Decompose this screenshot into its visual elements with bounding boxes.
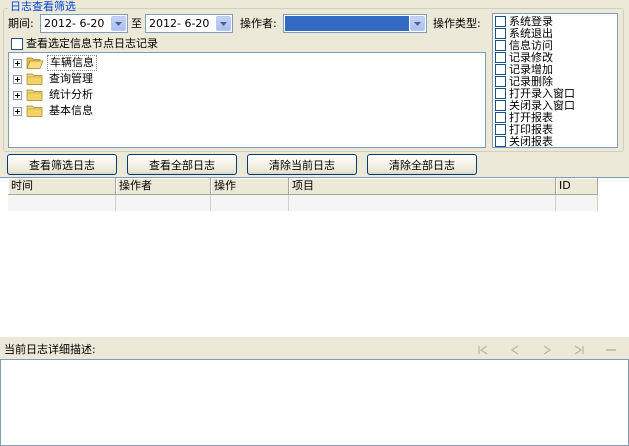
last-record-icon[interactable] [568,343,590,357]
folder-icon [26,73,43,85]
first-record-icon[interactable] [472,343,494,357]
checkbox-box[interactable] [495,124,506,135]
operator-label: 操作者: [240,17,277,30]
view-all-log-button[interactable]: 查看全部日志 [127,154,237,175]
end-date-picker[interactable]: 2012- 6-20 [145,14,233,33]
period-label: 期间: [8,17,34,30]
log-table-new-row [8,195,598,211]
tree-item[interactable]: 统计分析 [13,87,95,103]
op-type-label-text: 打开录入窗口 [509,86,575,100]
op-type-label-text: 记录删除 [509,74,553,88]
log-table[interactable]: 时间 操作者 操作 项目 ID [0,177,629,337]
checkbox-box[interactable] [495,88,506,99]
tree-item-label: 车辆信息 [47,55,97,71]
op-type-label-text: 信息访问 [509,38,553,52]
start-date-value: 2012- 6-20 [44,17,105,30]
column-header-operation[interactable]: 操作 [211,178,289,195]
expand-plus-icon[interactable] [13,58,22,68]
view-filtered-log-button[interactable]: 查看筛选日志 [7,154,117,175]
end-date-value: 2012- 6-20 [149,17,210,30]
clear-current-log-button[interactable]: 清除当前日志 [247,154,357,175]
detail-label: 当前日志详细描述: [4,343,96,356]
view-selected-node-label: 查看选定信息节点日志记录 [26,37,158,50]
to-label: 至 [131,17,142,30]
open-folder-icon [26,57,44,69]
record-navigator [462,343,622,357]
op-type-label-text: 系统退出 [509,26,553,40]
column-header-operator[interactable]: 操作者 [116,178,211,195]
delete-record-icon[interactable] [600,343,622,357]
log-detail-textarea[interactable] [0,359,629,446]
folder-icon [26,105,43,117]
view-selected-node-checkbox[interactable]: 查看选定信息节点日志记录 [11,37,158,51]
op-type-label-text: 关闭报表 [509,134,553,148]
tree-item[interactable]: 查询管理 [13,71,95,87]
op-type-label: 操作类型: [433,17,481,30]
info-node-tree[interactable]: 车辆信息 查询管理 统计分析 基本信息 [8,52,486,148]
start-date-picker[interactable]: 2012- 6-20 [40,14,128,33]
filter-group-title: 日志查看筛选 [8,0,78,14]
next-record-icon[interactable] [536,343,558,357]
chevron-down-icon[interactable] [216,16,231,31]
chevron-down-icon[interactable] [111,16,126,31]
op-type-label-text: 系统登录 [509,14,553,28]
checkbox-box[interactable] [495,52,506,63]
checkbox-box[interactable] [495,76,506,87]
checkbox-box[interactable] [495,64,506,75]
column-header-item[interactable]: 项目 [289,178,556,195]
checkbox-box[interactable] [495,28,506,39]
operator-selected-value [285,16,409,31]
tree-item-label: 统计分析 [49,88,93,101]
op-type-label-text: 记录修改 [509,50,553,64]
expand-plus-icon[interactable] [13,90,22,100]
operator-combobox[interactable] [283,14,427,33]
expand-plus-icon[interactable] [13,106,22,116]
checkbox-box[interactable] [495,136,506,147]
tree-item-label: 查询管理 [49,72,93,85]
op-type-label-text: 打开报表 [509,110,553,124]
tree-item[interactable]: 基本信息 [13,103,95,119]
expand-plus-icon[interactable] [13,74,22,84]
checkbox-box[interactable] [495,100,506,111]
log-table-header: 时间 操作者 操作 项目 ID [8,178,598,195]
tree-item-label: 基本信息 [49,104,93,117]
chevron-down-icon[interactable] [410,16,425,31]
op-type-label-text: 打印报表 [509,122,553,136]
prev-record-icon[interactable] [504,343,526,357]
op-type-checklist[interactable]: 系统登录 系统退出 信息访问 记录修改 记录增加 记录删除 打开录入窗口 关闭录… [492,13,618,148]
op-type-label-text: 关闭录入窗口 [509,98,575,112]
checkbox-box[interactable] [11,38,23,50]
column-header-id[interactable]: ID [556,178,598,195]
checkbox-box[interactable] [495,16,506,27]
tree-item[interactable]: 车辆信息 [13,55,97,71]
column-header-time[interactable]: 时间 [8,178,116,195]
op-type-item[interactable]: 关闭报表 [495,134,553,148]
clear-all-log-button[interactable]: 清除全部日志 [367,154,477,175]
folder-icon [26,89,43,101]
op-type-label-text: 记录增加 [509,62,553,76]
checkbox-box[interactable] [495,40,506,51]
checkbox-box[interactable] [495,112,506,123]
